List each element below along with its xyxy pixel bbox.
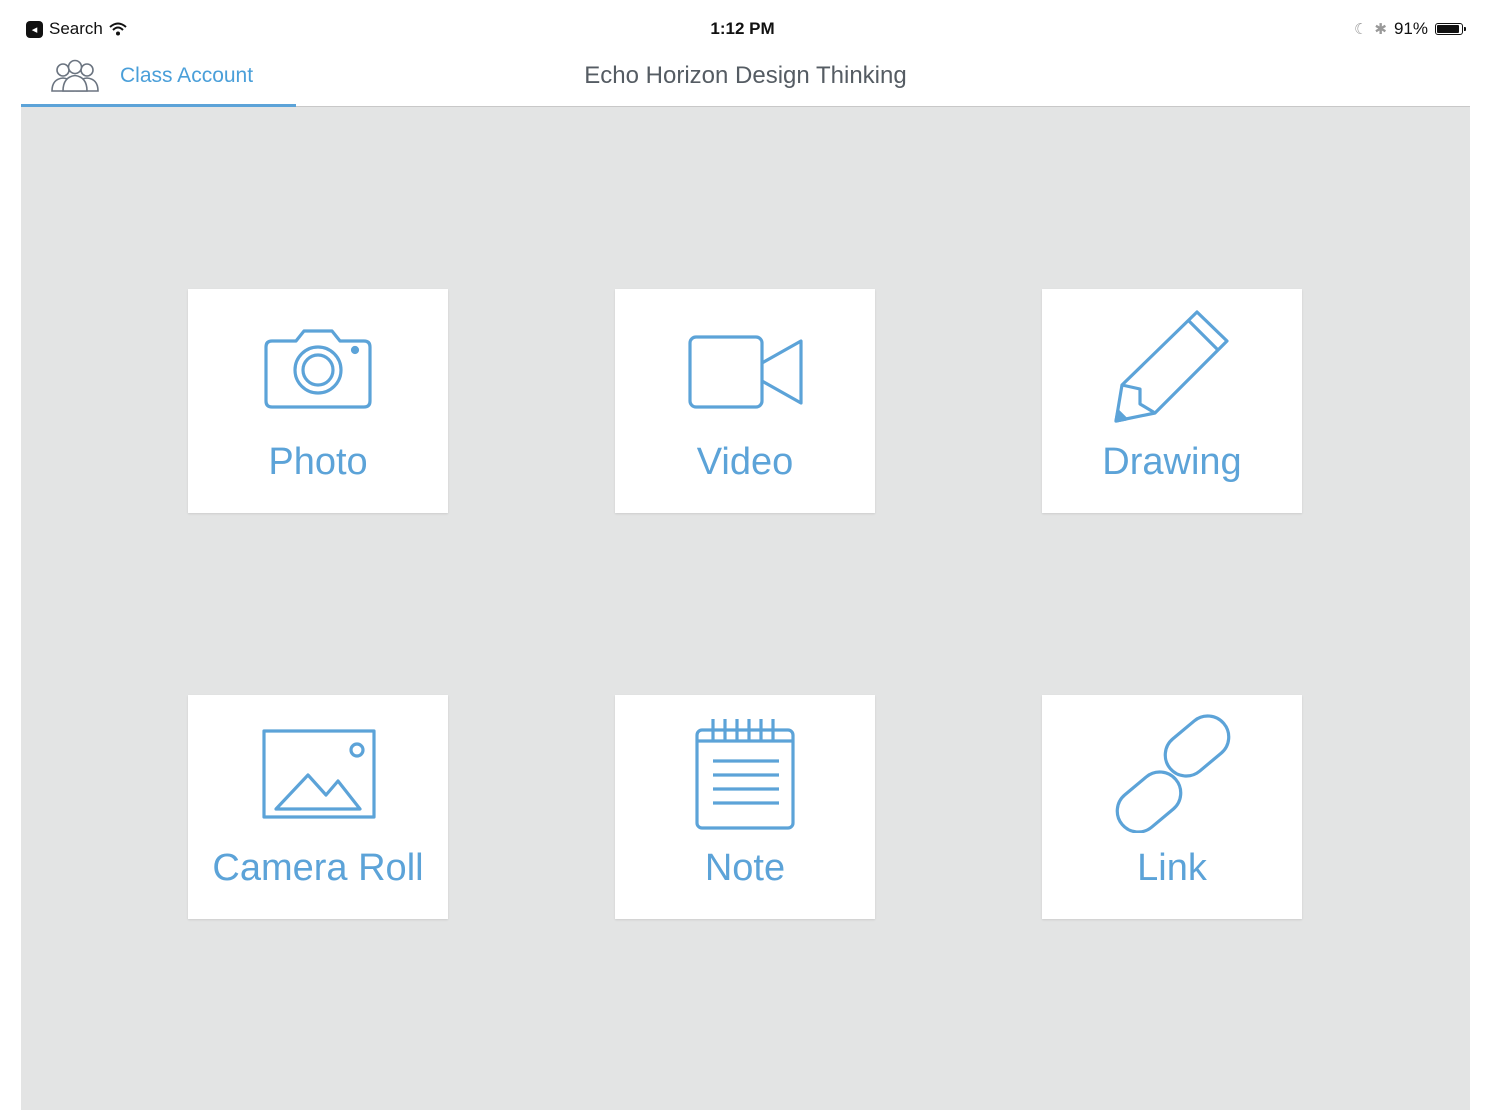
notepad-icon [695, 719, 795, 830]
battery-percent: 91% [1393, 19, 1428, 38]
moon-icon: ☾ [1353, 21, 1368, 38]
camera-icon [264, 329, 372, 409]
video-label: Video [696, 441, 794, 483]
video-tile[interactable]: Video [615, 289, 875, 513]
photo-label: Photo [268, 441, 368, 483]
drawing-label: Drawing [1102, 441, 1242, 483]
image-icon [262, 729, 376, 819]
camera-roll-tile[interactable]: Camera Roll [188, 695, 448, 919]
note-label: Note [704, 847, 786, 889]
battery-icon [1435, 23, 1466, 35]
link-tile[interactable]: Link [1042, 695, 1302, 919]
photo-tile[interactable]: Photo [188, 289, 448, 513]
content-area: Photo Video Drawing Camera Roll Note Lin… [21, 107, 1470, 1110]
link-icon [1115, 714, 1231, 833]
link-label: Link [1137, 847, 1207, 889]
drawing-tile[interactable]: Drawing [1042, 289, 1302, 513]
note-tile[interactable]: Note [615, 695, 875, 919]
status-time: 1:12 PM [710, 19, 775, 38]
pencil-icon [1114, 310, 1229, 423]
bluetooth-icon: ✱ [1374, 21, 1387, 38]
camera-roll-label: Camera Roll [212, 847, 424, 889]
nav-bar: Class Account Echo Horizon Design Thinki… [21, 50, 1470, 107]
video-camera-icon [688, 335, 803, 409]
status-bar: ◂ Search 1:12 PM ☾ ✱ 91% [0, 0, 1485, 50]
status-right: ☾ ✱ 91% [1353, 19, 1466, 39]
page-title: Echo Horizon Design Thinking [584, 62, 907, 89]
